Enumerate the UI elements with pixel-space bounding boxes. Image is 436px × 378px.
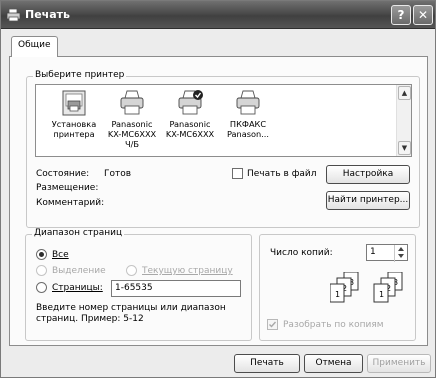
status-label: Состояние: (36, 169, 90, 179)
scroll-up-button[interactable]: ▲ (398, 86, 411, 100)
printer-icon (236, 90, 260, 115)
printer-name-line: Panasonic (111, 119, 153, 129)
range-all-label[interactable]: Все (52, 250, 69, 260)
range-current-page-radio[interactable] (126, 265, 137, 276)
close-button[interactable]: ✕ (413, 5, 433, 25)
print-button[interactable]: Печать (234, 354, 300, 373)
range-selection-label[interactable]: Выделение (52, 266, 106, 276)
apply-button[interactable]: Применить (367, 354, 431, 373)
collate-pages-icon: 3 2 1 3 2 1 (330, 272, 403, 303)
location-label: Размещение: (36, 183, 99, 193)
help-button[interactable]: ? (391, 5, 411, 25)
print-dialog: Печать ? ✕ Общие Выберите принтер Устано… (0, 0, 436, 378)
range-current-page-label[interactable]: Текущую страницу (142, 266, 233, 276)
find-printer-button[interactable]: Найти принтер... (326, 191, 410, 210)
range-pages-radio[interactable] (36, 282, 47, 293)
printer-name-line: Установка (51, 119, 97, 129)
chevron-down-icon: ▼ (401, 144, 408, 152)
chevron-up-icon: ▲ (401, 89, 408, 97)
copies-spinner[interactable] (394, 245, 407, 262)
range-selection-radio[interactable] (36, 265, 47, 276)
printer-name-line: KX-MC6XXX (165, 129, 215, 139)
printer-item-panasonic-bw[interactable]: Panasonic KX-MC6XXX Ч/Б (102, 89, 162, 149)
window-title: Печать (25, 8, 70, 21)
checkmark-icon (269, 321, 277, 328)
printer-icon (6, 8, 21, 22)
scroll-down-button[interactable]: ▼ (398, 141, 411, 155)
printer-item-pcfax[interactable]: ПКФАКС Panason... (218, 89, 278, 139)
print-to-file-checkbox[interactable] (232, 168, 243, 179)
printer-icon (120, 90, 144, 115)
range-hint: Введите номер страницы или диапазон стра… (36, 303, 226, 324)
printer-name-line: Panasonic (169, 119, 211, 129)
printer-item-add[interactable]: Установка принтера (44, 89, 104, 139)
collate-label[interactable]: Разобрать по копиям (283, 320, 384, 330)
range-pages-label[interactable]: Страницы: (52, 283, 103, 293)
tab-general[interactable]: Общие (11, 36, 58, 57)
range-all-radio[interactable] (36, 249, 47, 260)
printer-name-line: KX-MC6XXX (107, 129, 157, 139)
collate-checkbox[interactable] (267, 319, 278, 330)
printer-name-line: ПКФАКС (229, 119, 267, 129)
status-value: Готов (104, 169, 132, 179)
comment-label: Комментарий: (36, 198, 105, 208)
printer-list[interactable]: Установка принтера Panasonic KX-MC6XXX Ч… (35, 84, 412, 157)
spinner-arrows-icon (398, 247, 404, 258)
add-printer-icon (62, 90, 86, 116)
svg-text:1: 1 (335, 290, 340, 299)
page-range-title: Диапазон страниц (32, 228, 125, 238)
cancel-button[interactable]: Отмена (304, 354, 363, 373)
pages-input[interactable]: 1-65535 (111, 280, 241, 297)
default-printer-icon (178, 90, 203, 115)
printer-item-panasonic-default[interactable]: Panasonic KX-MC6XXX (160, 89, 220, 139)
print-to-file-label[interactable]: Печать в файл (247, 169, 317, 179)
printer-group-title: Выберите принтер (33, 70, 127, 80)
copies-label: Число копий: (270, 248, 333, 258)
printer-list-scrollbar[interactable]: ▲ ▼ (396, 85, 411, 156)
printer-name-line: принтера (53, 129, 95, 139)
svg-text:1: 1 (379, 290, 384, 299)
printer-name-line: Panason... (226, 129, 270, 139)
printer-name-line: Ч/Б (125, 139, 139, 149)
settings-button[interactable]: Настройка (326, 165, 410, 184)
title-bar: Печать ? ✕ (1, 1, 435, 29)
